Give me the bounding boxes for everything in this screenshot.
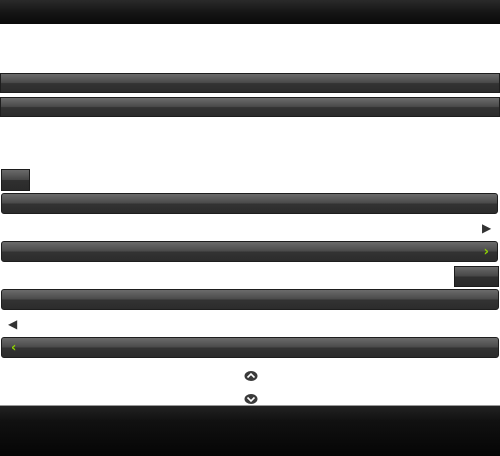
arrow-next-icon: ▶ xyxy=(482,221,492,235)
chevron-right-icon: › xyxy=(483,244,489,259)
next-arrow-button[interactable]: ▶ xyxy=(482,222,494,234)
small-button[interactable] xyxy=(1,169,30,191)
scroll-down-button[interactable] xyxy=(244,390,258,404)
toolbar-bar-2 xyxy=(0,97,500,117)
arrow-prev-icon: ◀ xyxy=(8,317,18,331)
toolbar-bar-1 xyxy=(0,73,500,93)
header-bar xyxy=(0,0,500,24)
list-bar-1[interactable] xyxy=(1,193,498,214)
list-bar-forward[interactable]: › xyxy=(1,241,498,262)
list-bar-back[interactable]: ‹ xyxy=(1,337,499,358)
list-bar-2[interactable] xyxy=(1,289,499,310)
footer-bar xyxy=(0,405,500,456)
chevron-up-icon xyxy=(244,371,258,381)
scroll-up-button[interactable] xyxy=(244,367,258,381)
chevron-down-icon xyxy=(244,394,258,404)
prev-arrow-button[interactable]: ◀ xyxy=(8,318,20,330)
chevron-left-icon: ‹ xyxy=(11,340,17,355)
right-button[interactable] xyxy=(454,266,499,287)
